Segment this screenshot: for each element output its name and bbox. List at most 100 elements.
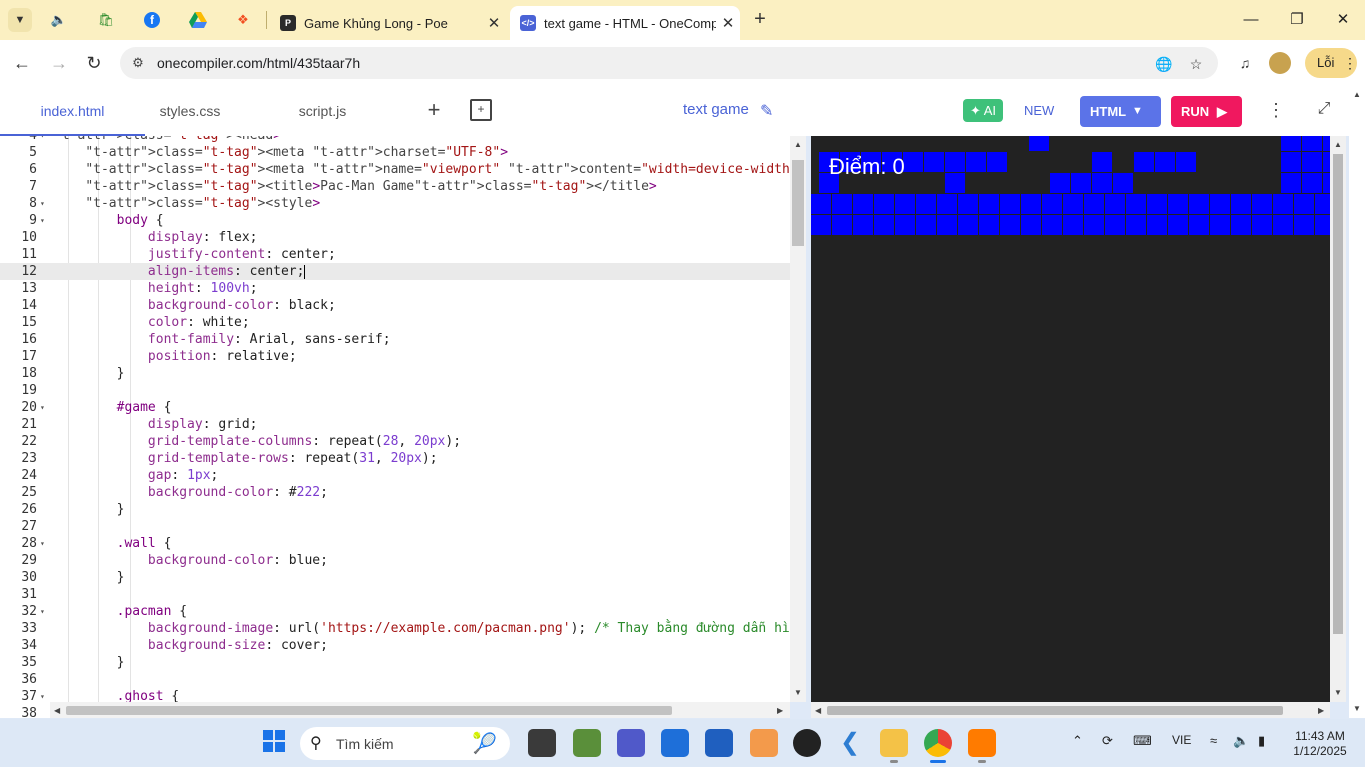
sublime-text-icon[interactable] [968,729,996,757]
minimize-button[interactable]: — [1236,8,1266,32]
tab-onecompiler[interactable]: </> text game - HTML - OneCompil ✕ [510,6,740,40]
news-app-icon[interactable] [661,729,689,757]
code-line[interactable]: 36 [0,671,790,688]
fold-arrow-icon[interactable]: ▾ [40,212,45,229]
code-editor[interactable]: 4▾"t-attr">class="t-tag"><head>5 "t-attr… [0,136,790,718]
output-horizontal-scrollbar[interactable]: ◀ ▶ [811,702,1330,718]
snipping-tool-icon[interactable] [750,729,778,757]
add-file-icon[interactable]: + [423,99,445,121]
scroll-down-icon[interactable]: ▼ [1334,688,1342,697]
vscode-icon[interactable]: ❮ [836,729,864,757]
output-preview[interactable]: Điểm: 0 [811,136,1330,702]
forward-button[interactable]: → [47,51,71,75]
output-scroll-thumb[interactable] [1333,154,1343,634]
code-line[interactable]: 29 background-color: blue; [0,552,790,569]
teams-icon[interactable] [617,729,645,757]
fold-arrow-icon[interactable]: ▾ [40,603,45,620]
back-button[interactable]: ← [10,51,34,75]
output-hscroll-thumb[interactable] [827,706,1283,715]
scroll-left-icon[interactable]: ◀ [54,706,60,715]
code-line[interactable]: 13 height: 100vh; [0,280,790,297]
reload-button[interactable]: ↻ [82,51,106,75]
profile-error-button[interactable]: Lỗi ⋮ [1305,48,1357,78]
code-line[interactable]: 6 "t-attr">class="t-tag"><meta "t-attr">… [0,161,790,178]
editor-horizontal-scrollbar[interactable]: ◀ ▶ [50,702,790,718]
language-select[interactable]: HTML ▼ [1080,96,1161,127]
code-line[interactable]: 32 ▾ .pacman { [0,603,790,620]
code-line[interactable]: 14 background-color: black; [0,297,790,314]
code-line[interactable]: 10 display: flex; [0,229,790,246]
code-line[interactable]: 17 position: relative; [0,348,790,365]
file-tab-styles-css[interactable]: styles.css [145,86,235,136]
tab-search-button[interactable]: ▼ [8,8,32,32]
code-line[interactable]: 31 [0,586,790,603]
code-line[interactable]: 35 } [0,654,790,671]
media-app-icon[interactable] [793,729,821,757]
tab-poe[interactable]: P Game Khủng Long - Poe ✕ [270,6,506,40]
code-line[interactable]: 24 gap: 1px; [0,467,790,484]
code-line[interactable]: 11 justify-content: center; [0,246,790,263]
chevron-up-icon[interactable]: ⌃ [1072,733,1083,749]
scroll-up-icon[interactable]: ▲ [1353,90,1361,99]
pencil-icon[interactable]: ✎ [760,101,773,121]
sync-icon[interactable]: ⟳ [1102,733,1113,749]
code-line[interactable]: 9 ▾ body { [0,212,790,229]
scroll-left-icon[interactable]: ◀ [815,706,821,715]
code-line[interactable]: 33 background-image: url('https://exampl… [0,620,790,637]
scroll-up-icon[interactable]: ▲ [794,140,802,149]
clock[interactable]: 11:43 AM 1/12/2025 [1285,729,1355,759]
add-image-icon[interactable]: + [470,99,492,121]
google-drive-icon[interactable] [187,9,209,31]
address-bar[interactable]: ⚙ onecompiler.com/html/435taar7h 🌐 ☆ [120,47,1218,79]
site-info-icon[interactable]: ⚙ [129,54,147,72]
facebook-icon[interactable]: f [141,9,163,31]
run-button[interactable]: RUN ▶ [1171,96,1242,127]
code-line[interactable]: 5 "t-attr">class="t-tag"><meta "t-attr">… [0,144,790,161]
wifi-icon[interactable]: ≈ [1210,733,1217,748]
code-line[interactable]: 25 background-color: #222; [0,484,790,501]
code-line[interactable]: 12 align-items: center; [0,263,790,280]
microsoft-store-icon[interactable] [705,729,733,757]
code-line[interactable]: 30 } [0,569,790,586]
page-vertical-scrollbar[interactable]: ▲ ▼ [1349,86,1365,718]
scroll-right-icon[interactable]: ▶ [1318,706,1324,715]
code-line[interactable]: 20 ▾ #game { [0,399,790,416]
code-line[interactable]: 21 display: grid; [0,416,790,433]
code-line[interactable]: 28 ▾ .wall { [0,535,790,552]
scroll-right-icon[interactable]: ▶ [777,706,783,715]
output-vertical-scrollbar[interactable]: ▲ ▼ [1330,136,1346,702]
chrome-icon[interactable] [924,729,952,757]
editor-hscroll-thumb[interactable] [66,706,672,715]
close-window-button[interactable]: ✕ [1328,8,1358,32]
fold-arrow-icon[interactable]: ▾ [40,136,45,144]
profile-avatar[interactable] [1269,52,1291,74]
bookmark-star-icon[interactable]: ☆ [1186,54,1206,74]
fold-arrow-icon[interactable]: ▾ [40,688,45,705]
fold-arrow-icon[interactable]: ▾ [40,195,45,212]
scroll-up-icon[interactable]: ▲ [1334,140,1342,149]
task-view-icon[interactable] [528,729,556,757]
scroll-down-icon[interactable]: ▼ [794,688,802,697]
code-line[interactable]: 19 [0,382,790,399]
shopping-bag-icon[interactable]: 🛍 [95,9,117,31]
keyboard-icon[interactable]: ⌨ [1133,733,1152,749]
restore-button[interactable]: ❐ [1282,8,1312,32]
code-line[interactable]: 22 grid-template-columns: repeat(28, 20p… [0,433,790,450]
speaker-icon[interactable]: 🔈 [48,9,70,31]
scroll-down-icon[interactable]: ▼ [1353,704,1361,713]
pinned-app-icon[interactable]: ❖ [232,9,254,31]
file-tab-script-js[interactable]: script.js [280,86,365,136]
code-line[interactable]: 16 font-family: Arial, sans-serif; [0,331,790,348]
code-line[interactable]: 4▾ "t-attr">class="t-tag"><head> [0,136,790,144]
file-explorer-icon[interactable] [880,729,908,757]
more-options-icon[interactable]: ⋮ [1266,100,1286,121]
close-icon[interactable]: ✕ [716,14,740,32]
code-line[interactable]: 23 grid-template-rows: repeat(31, 20px); [0,450,790,467]
code-line[interactable]: 15 color: white; [0,314,790,331]
game-app-icon[interactable] [573,729,601,757]
battery-icon[interactable]: ▮ [1258,733,1265,749]
code-line[interactable]: 7 "t-attr">class="t-tag"><title>Pac-Man … [0,178,790,195]
language-indicator[interactable]: VIE [1172,733,1191,747]
fold-arrow-icon[interactable]: ▾ [40,535,45,552]
file-tab-index-html[interactable]: index.html [0,86,145,136]
